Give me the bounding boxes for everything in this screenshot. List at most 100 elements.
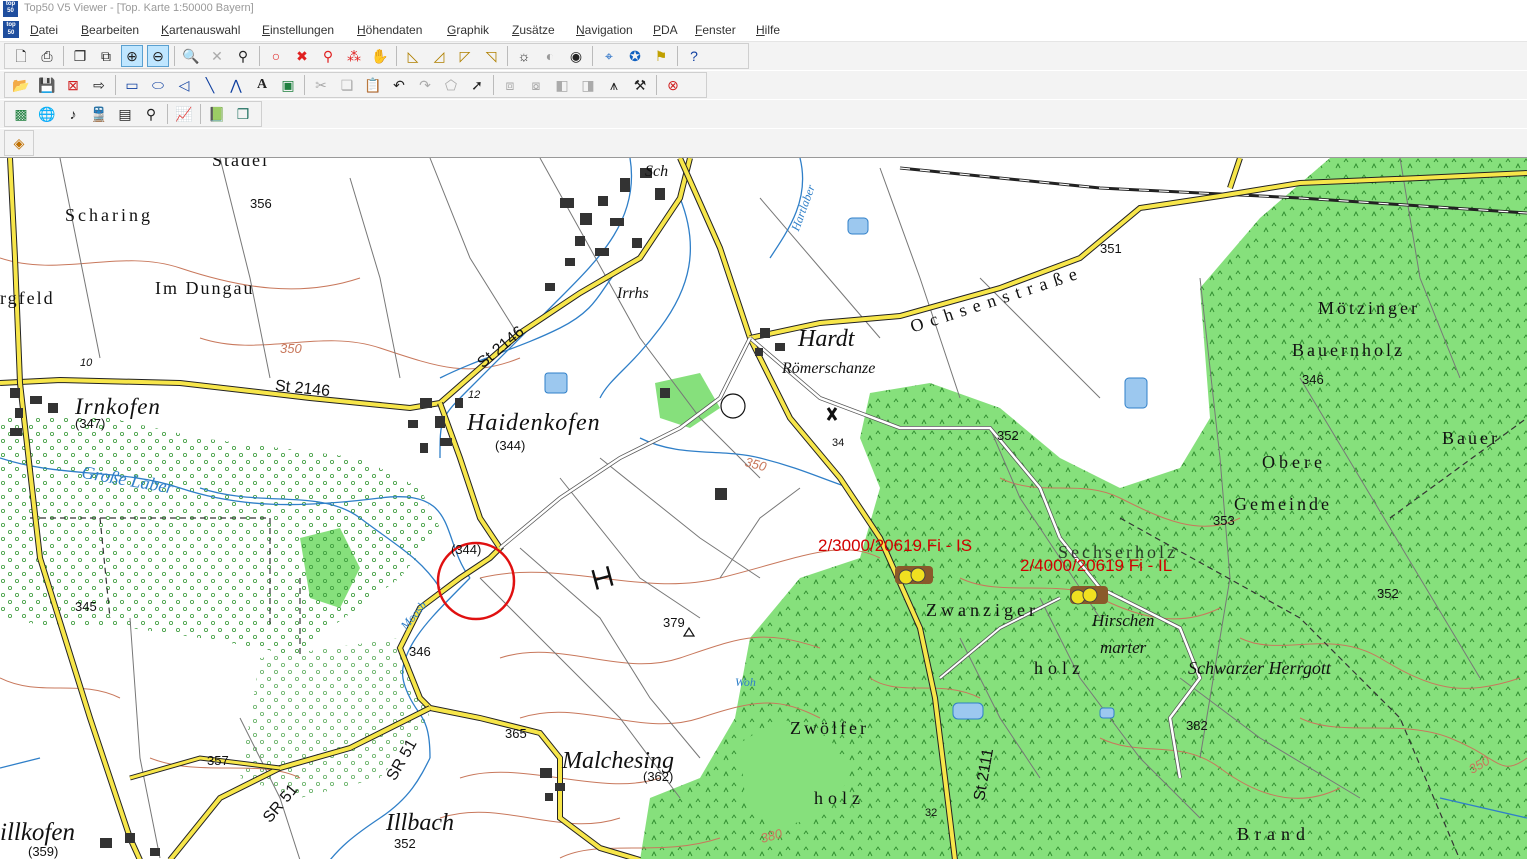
book-icon[interactable]: 📗 (206, 103, 228, 125)
paste-icon[interactable]: 📋 (362, 74, 384, 96)
menu-graphik[interactable]: Graphik (447, 23, 489, 37)
back-icon[interactable]: ◨ (577, 74, 599, 96)
point-icon[interactable]: ○ (265, 45, 287, 67)
map-layer-icon[interactable]: ◈ (10, 132, 28, 154)
gps-icon[interactable]: ⌖ (598, 45, 620, 67)
map-flag-icon[interactable]: ⚑ (650, 45, 672, 67)
new-file-icon[interactable]: 🗋 (10, 45, 32, 67)
document-window-icon[interactable]: top 50 (3, 21, 19, 38)
zoom-in-box-icon[interactable]: ⊕ (121, 45, 143, 67)
ruler-icon[interactable]: ◺ (402, 45, 424, 67)
place-label: Hirschen (1091, 611, 1154, 630)
map-overview-icon[interactable]: ▩ (10, 103, 32, 125)
menu-pda[interactable]: PDA (653, 23, 678, 37)
music-note-icon[interactable]: ♪ (62, 103, 84, 125)
zoom-out-box-icon[interactable]: ⊖ (147, 45, 169, 67)
align-icon[interactable]: ⩚ (603, 74, 625, 96)
elevation-label: 365 (505, 726, 527, 741)
copy2-icon[interactable]: ❏ (336, 74, 358, 96)
image-icon[interactable]: ▣ (277, 74, 299, 96)
delete-file-icon[interactable]: ⊠ (62, 74, 84, 96)
marker-label: 2/3000/20619 Fi - IS (818, 536, 972, 555)
elevation-label: 357 (207, 753, 229, 768)
topographic-map[interactable]: 2/3000/20619 Fi - IS 2/4000/20619 Fi - I… (0, 158, 1527, 859)
place-label: illkofen (0, 819, 75, 846)
brightness-icon[interactable]: ☼ (513, 45, 535, 67)
polyline-icon[interactable]: ⋀ (225, 74, 247, 96)
open-icon[interactable]: 📂 (10, 74, 32, 96)
edit-shape-icon[interactable]: ⬠ (440, 74, 462, 96)
place-label: Obere (1262, 452, 1326, 472)
ruler-info-icon[interactable]: ◸ (454, 45, 476, 67)
copy-icon[interactable]: ❐ (69, 45, 91, 67)
place-label: Hartlaber (788, 183, 818, 234)
ruler-edit-icon[interactable]: ◿ (428, 45, 450, 67)
menu-fenster[interactable]: Fenster (695, 23, 736, 37)
delete-point-icon[interactable]: ✖ (291, 45, 313, 67)
elevation-label: (362) (643, 769, 673, 784)
place-label: Brand (1237, 824, 1311, 844)
elevation-label: 346 (1302, 372, 1324, 387)
copy-window-icon[interactable]: ⧉ (95, 45, 117, 67)
zoom-reset-icon[interactable]: ✕ (206, 45, 228, 67)
dot-icon[interactable]: ◉ (565, 45, 587, 67)
photo-series-icon[interactable]: ▤ (114, 103, 136, 125)
toolbar-row-3: ▩ 🌐 ♪ 🚆 ▤ ⚲ 📈 📗 ❒ (0, 100, 1527, 128)
line-icon[interactable]: ╲ (199, 74, 221, 96)
print-icon[interactable]: ⎙ (36, 45, 58, 67)
place-label: Zwanziger (926, 600, 1039, 620)
compass-icon[interactable]: ✪ (624, 45, 646, 67)
menu-einstellungen[interactable]: Einstellungen (262, 23, 334, 37)
redo-icon[interactable]: ↷ (414, 74, 436, 96)
elevation-label: 352 (997, 428, 1019, 443)
place-label: rgfeld (0, 288, 55, 308)
zoom-out-icon[interactable]: ⚲ (232, 45, 254, 67)
ellipse-icon[interactable]: ⬭ (147, 74, 169, 96)
polygon-icon[interactable]: ◁ (173, 74, 195, 96)
toolbar-separator (507, 46, 508, 66)
train-icon[interactable]: 🚆 (88, 103, 110, 125)
elevation-label: (344) (451, 542, 481, 557)
place-label: Im Dungau (155, 278, 254, 298)
menu-navigation[interactable]: Navigation (576, 23, 633, 37)
group-icon[interactable]: ⧈ (499, 74, 521, 96)
elevation-label: 34 (832, 437, 844, 449)
export-icon[interactable]: ⇨ (88, 74, 110, 96)
place-label: Schwarzer Herrgott (1188, 658, 1332, 678)
zoom-in-icon[interactable]: 🔍 (180, 45, 202, 67)
place-label: Zwölfer (790, 718, 869, 738)
rectangle-icon[interactable]: ▭ (121, 74, 143, 96)
globe-icon[interactable]: 🌐 (36, 103, 58, 125)
ungroup-icon[interactable]: ⧇ (525, 74, 547, 96)
menu-zusaetze[interactable]: Zusätze (512, 23, 555, 37)
contrast-icon[interactable]: ◐ (539, 45, 561, 67)
cut-icon[interactable]: ✂ (310, 74, 332, 96)
menu-datei[interactable]: Datei (30, 23, 58, 37)
elevation-label: 356 (250, 196, 272, 211)
toolbar-separator (592, 46, 593, 66)
delete-object-icon[interactable]: ⊗ (662, 74, 684, 96)
undo-icon[interactable]: ↶ (388, 74, 410, 96)
menu-kartenauswahl[interactable]: Kartenauswahl (161, 23, 240, 37)
text-icon[interactable]: A (251, 74, 273, 96)
tool-icon[interactable]: ⚒ (629, 74, 651, 96)
front-icon[interactable]: ◧ (551, 74, 573, 96)
place-label: holz (1034, 658, 1085, 678)
search-icon[interactable]: ⚲ (140, 103, 162, 125)
place-label: Gemeinde (1234, 494, 1332, 514)
profile-chart-icon[interactable]: 📈 (173, 103, 195, 125)
map-view[interactable]: 2/3000/20619 Fi - IS 2/4000/20619 Fi - I… (0, 157, 1527, 859)
menu-hilfe[interactable]: Hilfe (756, 23, 780, 37)
pan-hand-icon[interactable]: ✋ (369, 45, 391, 67)
layers-icon[interactable]: ❒ (232, 103, 254, 125)
help-icon[interactable]: ? (683, 45, 705, 67)
ruler-area-icon[interactable]: ◹ (480, 45, 502, 67)
multi-pin-icon[interactable]: ⁂ (343, 45, 365, 67)
toolbar-separator (304, 75, 305, 95)
pin-icon[interactable]: ⚲ (317, 45, 339, 67)
save-icon[interactable]: 💾 (36, 74, 58, 96)
place-label: Haidenkofen (466, 410, 601, 436)
menu-hoehendaten[interactable]: Höhendaten (357, 23, 422, 37)
menu-bearbeiten[interactable]: Bearbeiten (81, 23, 139, 37)
select-icon[interactable]: ➚ (466, 74, 488, 96)
